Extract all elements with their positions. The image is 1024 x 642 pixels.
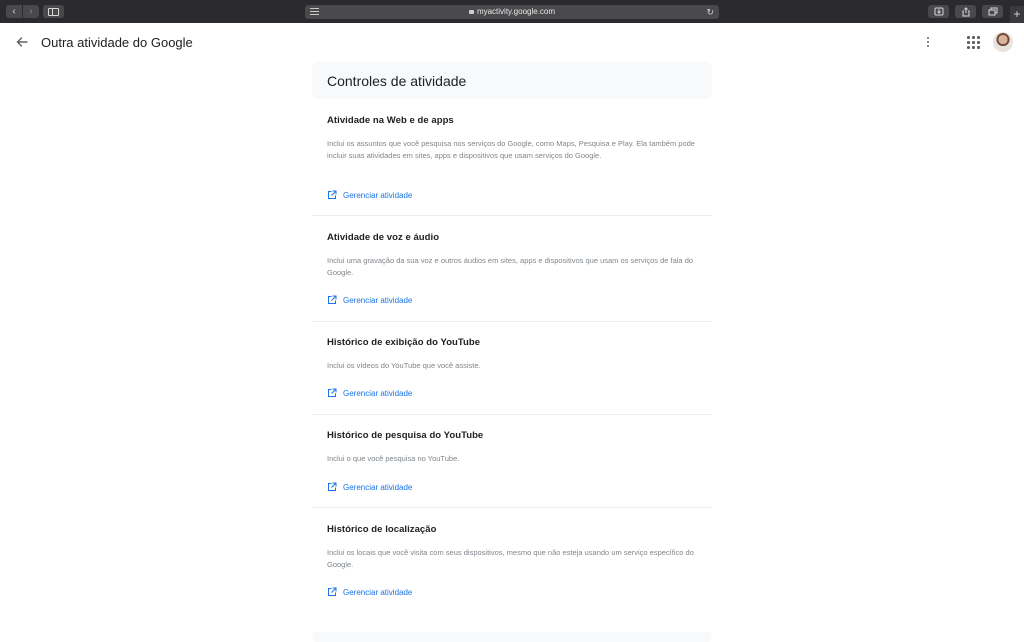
manage-activity-link[interactable]: Gerenciar atividade [327,481,412,493]
activity-controls-card: Controles de atividade Atividade na Web … [312,62,712,597]
section-youtube-watch-history: Histórico de exibição do YouTube Inclui … [312,322,712,415]
section-description: Inclui os assuntos que você pesquisa nos… [327,139,695,160]
downloads-icon[interactable] [928,5,949,18]
section-title: Atividade na Web e de apps [327,115,454,126]
section-title: Histórico de pesquisa do YouTube [327,430,484,441]
section-description: Inclui os vídeos do YouTube que você ass… [327,361,481,370]
section-title: Histórico de localização [327,524,437,535]
back-icon[interactable]: ‹ [6,5,22,18]
account-avatar[interactable] [993,32,1013,52]
manage-activity-label: Gerenciar atividade [343,190,413,200]
section-heading: Controles de atividade [327,72,467,89]
section-description: Inclui uma gravação da sua voz e outros … [327,256,694,277]
manage-activity-link[interactable]: Gerenciar atividade [327,586,412,598]
url-text: myactivity.google.com [476,7,556,16]
section-location-history: Histórico de localização Inclui os locai… [312,508,712,614]
card-header: Controles de atividade [312,62,712,99]
section-voice-audio-activity: Atividade de voz e áudio Inclui uma grav… [312,216,712,322]
section-youtube-search-history: Histórico de pesquisa do YouTube Inclui … [312,415,712,508]
apps-grid-icon[interactable] [966,35,980,49]
browser-toolbar: ‹ › myactivity.google.com ↻ + [0,0,1024,23]
section-description: Inclui o que você pesquisa no YouTube. [327,454,460,463]
next-card [312,632,712,642]
manage-activity-link[interactable]: Gerenciar atividade [327,294,412,306]
more-vert-icon[interactable] [920,34,936,50]
app-header: Outra atividade do Google [0,23,1024,63]
manage-activity-label: Gerenciar atividade [343,295,413,305]
open-external-icon [328,295,337,304]
open-external-icon [328,587,337,596]
address-bar[interactable]: myactivity.google.com ↻ [305,5,719,19]
section-description: Inclui os locais que você visita com seu… [327,548,694,569]
tabs-icon[interactable] [982,5,1003,18]
section-web-app-activity: Atividade na Web e de apps Inclui os ass… [312,99,712,216]
arrow-back-icon[interactable] [12,32,32,52]
page-title: Outra atividade do Google [41,35,193,50]
sidebar-icon[interactable] [43,5,64,18]
forward-icon[interactable]: › [23,5,39,18]
manage-activity-label: Gerenciar atividade [343,587,413,597]
section-title: Histórico de exibição do YouTube [327,337,481,348]
manage-activity-label: Gerenciar atividade [343,482,413,492]
reload-icon[interactable]: ↻ [706,7,714,17]
plus-icon[interactable]: + [1010,6,1024,23]
section-title: Atividade de voz e áudio [327,232,440,243]
lock-icon [468,10,474,14]
nav-buttons: ‹ › [6,5,39,18]
open-external-icon [328,482,337,491]
manage-activity-link[interactable]: Gerenciar atividade [327,387,412,399]
manage-activity-link[interactable]: Gerenciar atividade [327,189,412,201]
manage-activity-label: Gerenciar atividade [343,388,413,398]
share-icon[interactable] [955,5,976,18]
open-external-icon [328,190,337,199]
open-external-icon [328,388,337,397]
